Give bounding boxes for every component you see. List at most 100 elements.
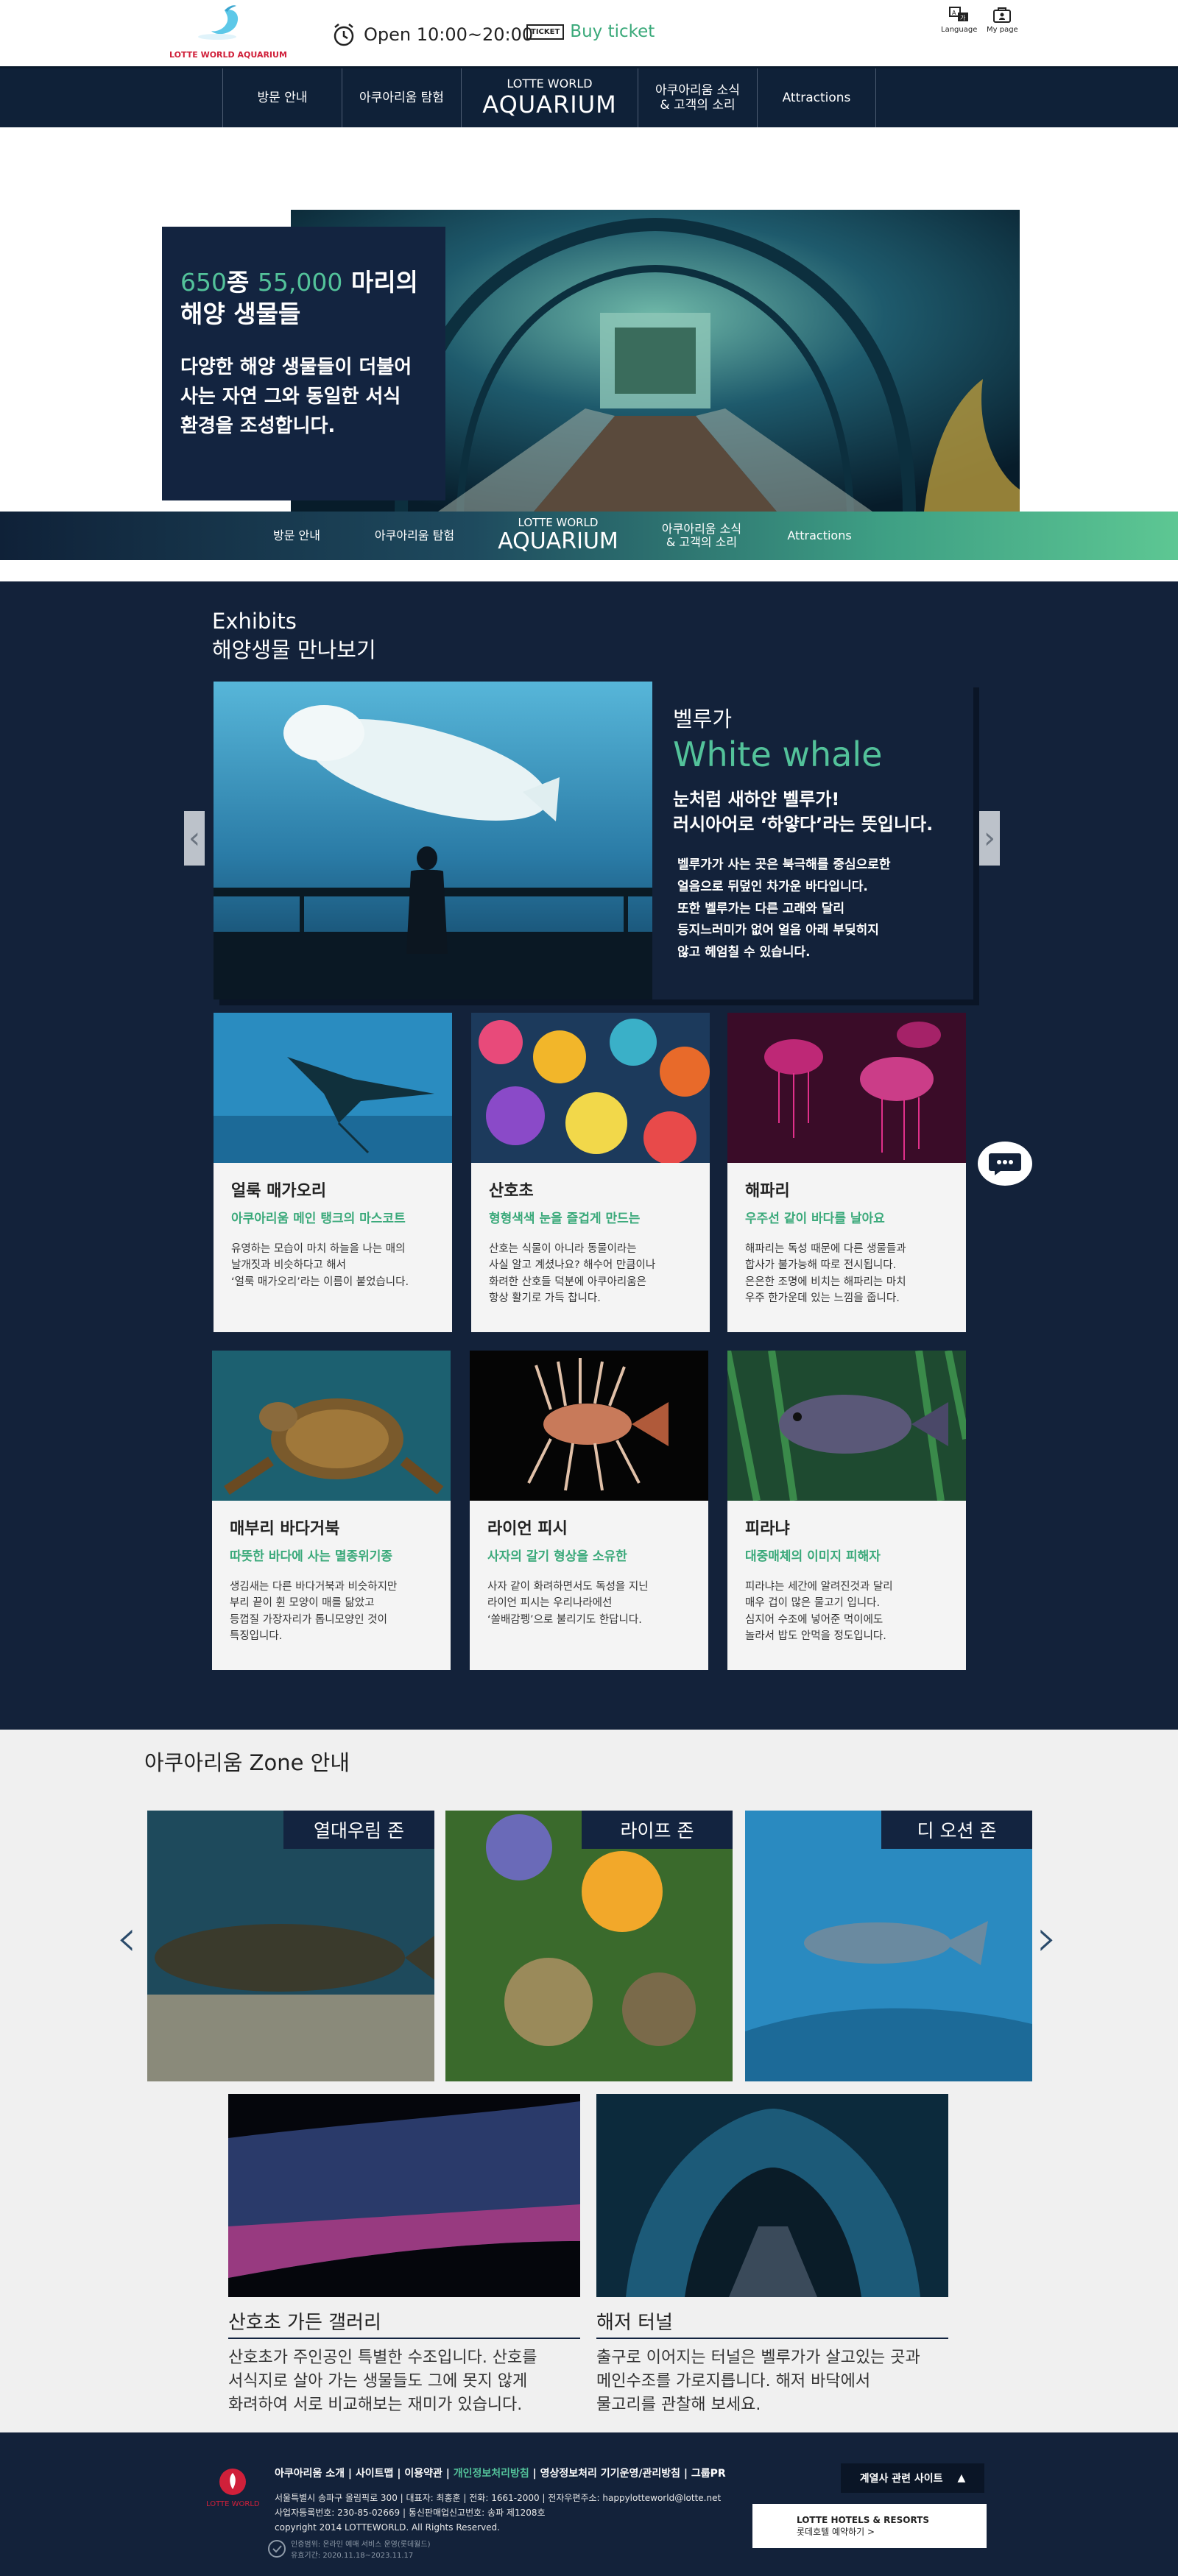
card-title: 매부리 바다거북 [230, 1520, 340, 1538]
undersea-tunnel-image [596, 2094, 948, 2297]
zone-feature-title: 산호초 가든 갤러리 [228, 2307, 580, 2339]
zone-feature[interactable]: 해저 터널 출구로 이어지는 터널은 벨루가가 살고있는 곳과 메인수조를 가로… [596, 2094, 948, 2417]
card-subtitle: 따뜻한 바다에 사는 멸종위기종 [230, 1549, 393, 1564]
hero-title-line2: 해양 생물들 [180, 299, 301, 328]
piranha-image [727, 1351, 966, 1501]
card-description: 산호는 식물이 아니라 동물이라는 사실 알고 계셨나요? 해수어 만큼이나 화… [489, 1243, 656, 1305]
beluga-logo-icon [198, 5, 239, 40]
footer-link-privacy[interactable]: 개인정보처리방침 [454, 2468, 529, 2480]
exhibit-card[interactable]: 해파리 우주선 같이 바다를 날아요 해파리는 독성 때문에 다른 생물들과 합… [727, 1013, 966, 1332]
clock-icon [334, 24, 354, 46]
jellyfish-image [727, 1013, 966, 1163]
footer-links: 아쿠아리움 소개 | 사이트맵 | 이용약관 | 개인정보처리방침 | 영상정보… [275, 2468, 726, 2480]
subnav-explore-label: 아쿠아리움 탐험 [374, 528, 455, 542]
footer-cert: 인증범위: 온라인 예매 서비스 운영(롯데월드) 유효기간: 2020.11.… [268, 2539, 431, 2561]
chat-button[interactable] [976, 1139, 1034, 1188]
coral-gallery-image [228, 2094, 580, 2297]
lotte-logo-icon [219, 2469, 247, 2495]
site-logo[interactable]: LOTTE WORLD AQUARIUM [169, 3, 287, 62]
exhibit-card[interactable]: 피라냐 대중매체의 이미지 피해자 피라냐는 세간에 알려진것과 달리 매우 겁… [727, 1351, 966, 1670]
featured-exhibit: 벨루가 White whale 눈처럼 새하얀 벨루가! 러시아어로 ‘하얗다’… [214, 682, 973, 999]
zones-heading: 아쿠아리움 Zone 안내 [144, 1750, 350, 1775]
footer-link[interactable]: 아쿠아리움 소개 [275, 2468, 345, 2480]
featured-prev-button[interactable]: ‹ [184, 811, 205, 866]
beluga-image [214, 682, 652, 999]
featured-next-button[interactable]: › [979, 811, 1000, 866]
subnav-visit-label: 방문 안내 [273, 528, 320, 542]
card-title: 라이언 피시 [487, 1520, 568, 1538]
chevron-right-icon: › [984, 821, 995, 855]
featured-name-ko: 벨루가 [673, 707, 733, 732]
manta-ray-image [214, 1013, 452, 1163]
family-site-select[interactable]: 계열사 관련 사이트 ▲ [841, 2463, 984, 2493]
subnav-news-label: 아쿠아리움 소식 & 고객의 소리 [661, 521, 742, 549]
footer-link[interactable]: 영상정보처리 기기운영/관리방침 [540, 2468, 680, 2480]
sea-turtle-image [212, 1351, 451, 1501]
buy-ticket-label: Buy ticket [570, 22, 655, 41]
subnav-brand[interactable]: LOTTE WORLD AQUARIUM [473, 512, 643, 560]
secondary-nav: 방문 안내 아쿠아리움 탐험 LOTTE WORLD AQUARIUM 아쿠아리… [0, 512, 1178, 560]
subnav-explore[interactable]: 아쿠아리움 탐험 [356, 512, 473, 560]
featured-description: 벨루가가 사는 곳은 북극해를 중심으로한 얼음으로 뒤덮인 차가운 바다입니다… [677, 857, 891, 960]
nav-explore[interactable]: 아쿠아리움 탐험 [342, 68, 461, 127]
zone-card[interactable]: 디 오션 존 [745, 1811, 1032, 2081]
subnav-attractions-label: Attractions [787, 528, 852, 542]
language-label: Language [941, 26, 978, 34]
zone-feature-title: 해저 터널 [596, 2307, 948, 2339]
nav-news-label: 아쿠아리움 소식 & 고객의 소리 [655, 82, 740, 113]
rainforest-zone-image [147, 1811, 434, 2081]
species-word: 종 [227, 268, 250, 297]
exhibit-card[interactable]: 산호초 형형색색 눈을 즐겁게 만드는 산호는 식물이 아니라 동물이라는 사실… [471, 1013, 710, 1332]
card-subtitle: 형형색색 눈을 즐겁게 만드는 [489, 1211, 641, 1226]
nav-visit[interactable]: 방문 안내 [222, 68, 342, 127]
exhibits-title-en: Exhibits [212, 609, 297, 634]
exhibit-card[interactable]: 매부리 바다거북 따뜻한 바다에 사는 멸종위기종 생김새는 다른 바다거북과 … [212, 1351, 451, 1670]
nav-visit-label: 방문 안내 [257, 90, 308, 105]
zones-next-button[interactable]: › [1037, 1908, 1057, 1968]
hero-body: 다양한 해양 생물들이 더불어 사는 자연 그와 동일한 서식 환경을 조성합니… [180, 355, 412, 438]
svg-text:A: A [952, 10, 956, 16]
card-subtitle: 사자의 갈기 형상을 소유한 [487, 1549, 627, 1564]
chevron-right-icon: › [1037, 1908, 1057, 1968]
main-nav: 방문 안내 아쿠아리움 탐험 LOTTE WORLD AQUARIUM 아쿠아리… [0, 66, 1178, 127]
chevron-left-icon: ‹ [116, 1908, 137, 1968]
featured-name-en: White whale [673, 735, 883, 774]
footer-link[interactable]: 사이트맵 [356, 2468, 394, 2480]
hotel-banner[interactable]: LOTTE HOTELS & RESORTS 롯데호텔 예약하기 > [752, 2504, 987, 2548]
footer: LOTTE WORLD 아쿠아리움 소개 | 사이트맵 | 이용약관 | 개인정… [0, 2432, 1178, 2576]
hotel-banner-line2: 롯데호텔 예약하기 > [797, 2526, 875, 2537]
lionfish-image [470, 1351, 708, 1501]
footer-logo[interactable]: LOTTE WORLD [206, 2466, 260, 2508]
nav-brand-top: LOTTE WORLD [507, 77, 593, 91]
card-subtitle: 우주선 같이 바다를 날아요 [745, 1211, 885, 1226]
caret-up-icon: ▲ [957, 2472, 966, 2484]
logo-text: LOTTE WORLD AQUARIUM [169, 50, 287, 60]
nav-news[interactable]: 아쿠아리움 소식 & 고객의 소리 [638, 68, 757, 127]
subnav-attractions[interactable]: Attractions [761, 512, 878, 560]
svg-text:가: 가 [960, 15, 966, 21]
nav-brand-home[interactable]: LOTTE WORLD AQUARIUM [461, 68, 638, 127]
footer-info-line1: 서울특별시 송파구 올림픽로 300 | 대표자: 최홍훈 | 전화: 1661… [275, 2493, 722, 2503]
zone-feature-desc: 출구로 이어지는 터널은 벨루가가 살고있는 곳과 메인수조를 가로지릅니다. … [596, 2349, 920, 2414]
life-zone-image [445, 1811, 733, 2081]
language-button[interactable]: A 가 Language [941, 6, 977, 34]
footer-link[interactable]: 이용약관 [404, 2468, 442, 2480]
card-description: 해파리는 독성 때문에 다른 생물들과 합사가 불가능해 따로 전시됩니다. 은… [745, 1243, 906, 1305]
top-header: LOTTE WORLD AQUARIUM Open 10:00~20:00 TI… [0, 0, 1178, 66]
my-page-button[interactable]: My page [987, 6, 1018, 34]
nav-attractions[interactable]: Attractions [757, 68, 876, 127]
exhibit-card[interactable]: 얼룩 매가오리 아쿠아리움 메인 탱크의 마스코트 유영하는 모습이 마치 하늘… [214, 1013, 452, 1332]
card-title: 해파리 [745, 1182, 790, 1200]
zone-card[interactable]: 열대우림 존 [147, 1811, 434, 2081]
exhibit-card[interactable]: 라이언 피시 사자의 갈기 형상을 소유한 사자 같이 화려하면서도 독성을 지… [470, 1351, 708, 1670]
my-page-label: My page [987, 26, 1018, 34]
zone-card[interactable]: 라이프 존 [445, 1811, 733, 2081]
subnav-visit[interactable]: 방문 안내 [238, 512, 356, 560]
zone-feature[interactable]: 산호초 가든 갤러리 산호초가 주인공인 특별한 수조입니다. 산호를 서식지로… [228, 2094, 580, 2417]
zones-prev-button[interactable]: ‹ [116, 1908, 137, 1968]
subnav-news[interactable]: 아쿠아리움 소식 & 고객의 소리 [643, 512, 761, 560]
footer-link[interactable]: 그룹PR [691, 2468, 726, 2480]
buy-ticket-link[interactable]: TICKET Buy ticket [526, 22, 655, 41]
featured-subtitle: 눈처럼 새하얀 벨루가! 러시아어로 ‘하얗다’라는 뜻입니다. [673, 789, 934, 835]
zone-label: 열대우림 존 [283, 1811, 434, 1849]
